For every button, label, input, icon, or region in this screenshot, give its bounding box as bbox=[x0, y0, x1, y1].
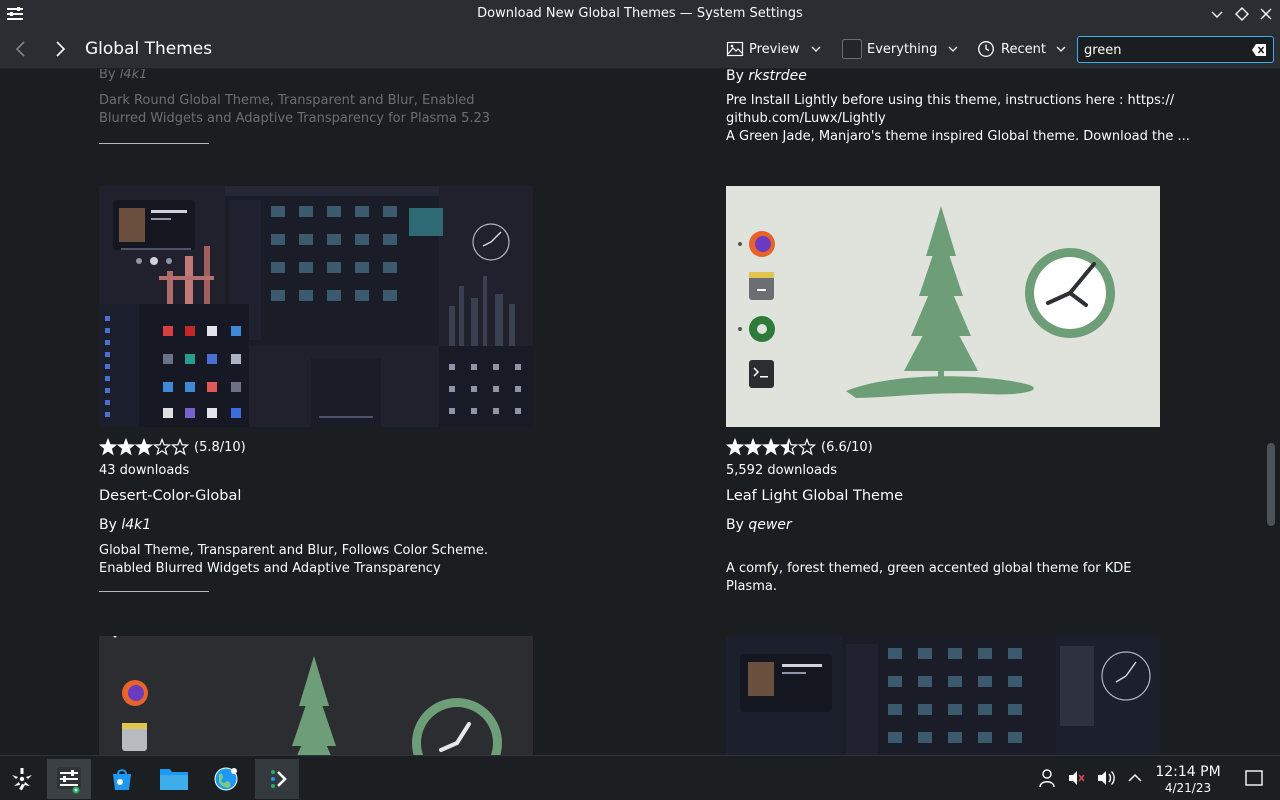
taskbar-file-manager[interactable] bbox=[152, 759, 196, 799]
download-count: 5,592 downloads bbox=[726, 463, 837, 478]
taskbar-system-settings[interactable] bbox=[47, 759, 91, 799]
star-filled bbox=[136, 439, 152, 454]
star-rating-icon bbox=[99, 438, 189, 456]
rating-stars: (5.8/10) bbox=[99, 437, 246, 457]
audio-muted-icon[interactable] bbox=[1066, 768, 1086, 788]
user-account-icon[interactable] bbox=[1037, 768, 1057, 788]
page-title: Global Themes bbox=[85, 39, 213, 59]
theme-description: Dark Round Global Theme, Transparent and… bbox=[99, 93, 491, 126]
rating-value: (5.8/10) bbox=[194, 439, 246, 455]
rating-value: (6.6/10) bbox=[821, 439, 873, 455]
clear-search-icon[interactable] bbox=[1251, 42, 1267, 58]
maximize-window-icon[interactable] bbox=[1233, 5, 1251, 23]
theme-description: A comfy, forest themed, green accented g… bbox=[726, 561, 1132, 594]
web-browser-icon bbox=[214, 767, 238, 791]
taskbar-app-launcher[interactable] bbox=[0, 759, 44, 799]
theme-name[interactable]: Desert-Color-Global bbox=[99, 487, 241, 505]
sort-order-dropdown[interactable]: Recent bbox=[977, 37, 1067, 61]
taskbar-discover[interactable] bbox=[100, 759, 144, 799]
theme-description-line: github.com/Luwx/Lightly bbox=[726, 111, 886, 126]
minimize-window-icon[interactable] bbox=[1208, 5, 1226, 23]
system-settings-icon bbox=[57, 767, 81, 794]
theme-description-line: A Green Jade, Manjaro's theme inspired G… bbox=[726, 129, 1190, 144]
star-outline bbox=[152, 438, 172, 456]
chevron-down-icon bbox=[1056, 46, 1066, 52]
theme-description: Global Theme, Transparent and Blur, Foll… bbox=[99, 543, 488, 576]
leaf-dark-desktop-preview bbox=[99, 636, 533, 755]
show-desktop-icon[interactable] bbox=[1244, 768, 1264, 788]
theme-author: By rkstrdee bbox=[726, 69, 807, 84]
theme-preview-image[interactable] bbox=[99, 186, 533, 427]
star-filled bbox=[118, 439, 134, 454]
theme-author: By qewer bbox=[726, 517, 792, 533]
theme-preview-image[interactable] bbox=[726, 186, 1160, 427]
image-preview-icon bbox=[726, 41, 744, 57]
checkbox-icon bbox=[842, 39, 862, 59]
chevron-up-icon[interactable] bbox=[1125, 768, 1145, 788]
preview-label: Preview bbox=[749, 41, 800, 57]
header-toolbar: Global Themes Preview Everything Recent bbox=[0, 29, 1280, 69]
search-input[interactable] bbox=[1084, 40, 1244, 60]
window-titlebar: Download New Global Themes — System Sett… bbox=[0, 0, 1280, 29]
clock-date[interactable]: 4/21/23 bbox=[1150, 781, 1226, 795]
sort-label: Recent bbox=[1001, 41, 1046, 57]
star-outline bbox=[797, 438, 816, 456]
card-separator bbox=[99, 143, 209, 144]
leaf-light-desktop-preview bbox=[726, 186, 1160, 427]
star-filled bbox=[727, 439, 743, 454]
category-filter-dropdown[interactable]: Everything bbox=[842, 37, 959, 61]
clock-time[interactable]: 12:14 PM bbox=[1150, 764, 1226, 780]
download-count: 43 downloads bbox=[99, 463, 190, 478]
content-scrollbar[interactable] bbox=[1264, 69, 1280, 755]
file-manager-icon bbox=[160, 769, 188, 790]
dark-desktop-preview bbox=[726, 636, 1160, 755]
terminal-icon bbox=[271, 770, 287, 788]
chevron-down-icon bbox=[811, 46, 821, 52]
theme-preview-image[interactable] bbox=[99, 636, 533, 755]
theme-preview-image[interactable] bbox=[726, 636, 1160, 755]
filter-label: Everything bbox=[867, 41, 938, 57]
taskbar-terminal[interactable] bbox=[255, 759, 299, 799]
dark-desktop-preview bbox=[99, 186, 533, 427]
volume-icon[interactable] bbox=[1096, 768, 1116, 788]
application-launcher-icon bbox=[12, 768, 32, 791]
star-filled bbox=[745, 439, 761, 454]
search-field[interactable] bbox=[1077, 36, 1274, 63]
theme-author: By l4k1 bbox=[99, 69, 148, 82]
star-rating-icon bbox=[726, 438, 816, 456]
theme-description-line: Pre Install Lightly before using this th… bbox=[726, 93, 1175, 108]
taskbar: 12:14 PM 4/21/23 bbox=[0, 755, 1280, 800]
close-window-icon[interactable] bbox=[1257, 5, 1275, 23]
star-outline bbox=[170, 438, 189, 456]
scrollbar-thumb[interactable] bbox=[1267, 443, 1275, 526]
forward-arrow-icon[interactable] bbox=[49, 38, 71, 60]
discover-store-icon bbox=[113, 769, 131, 790]
theme-grid: By l4k1 Dark Round Global Theme, Transpa… bbox=[0, 69, 1280, 755]
window-title: Download New Global Themes — System Sett… bbox=[477, 6, 803, 21]
theme-name[interactable]: Leaf Light Global Theme bbox=[726, 487, 903, 505]
taskbar-web-browser[interactable] bbox=[204, 759, 248, 799]
card-separator bbox=[99, 591, 209, 592]
clock-icon bbox=[978, 41, 994, 57]
preview-view-dropdown[interactable]: Preview bbox=[726, 37, 822, 61]
rating-stars: (6.6/10) bbox=[726, 437, 873, 457]
star-filled bbox=[100, 439, 116, 454]
chevron-down-icon bbox=[948, 46, 958, 52]
theme-author: By l4k1 bbox=[99, 517, 152, 533]
back-arrow-icon[interactable] bbox=[10, 38, 32, 60]
star-filled bbox=[763, 439, 779, 454]
